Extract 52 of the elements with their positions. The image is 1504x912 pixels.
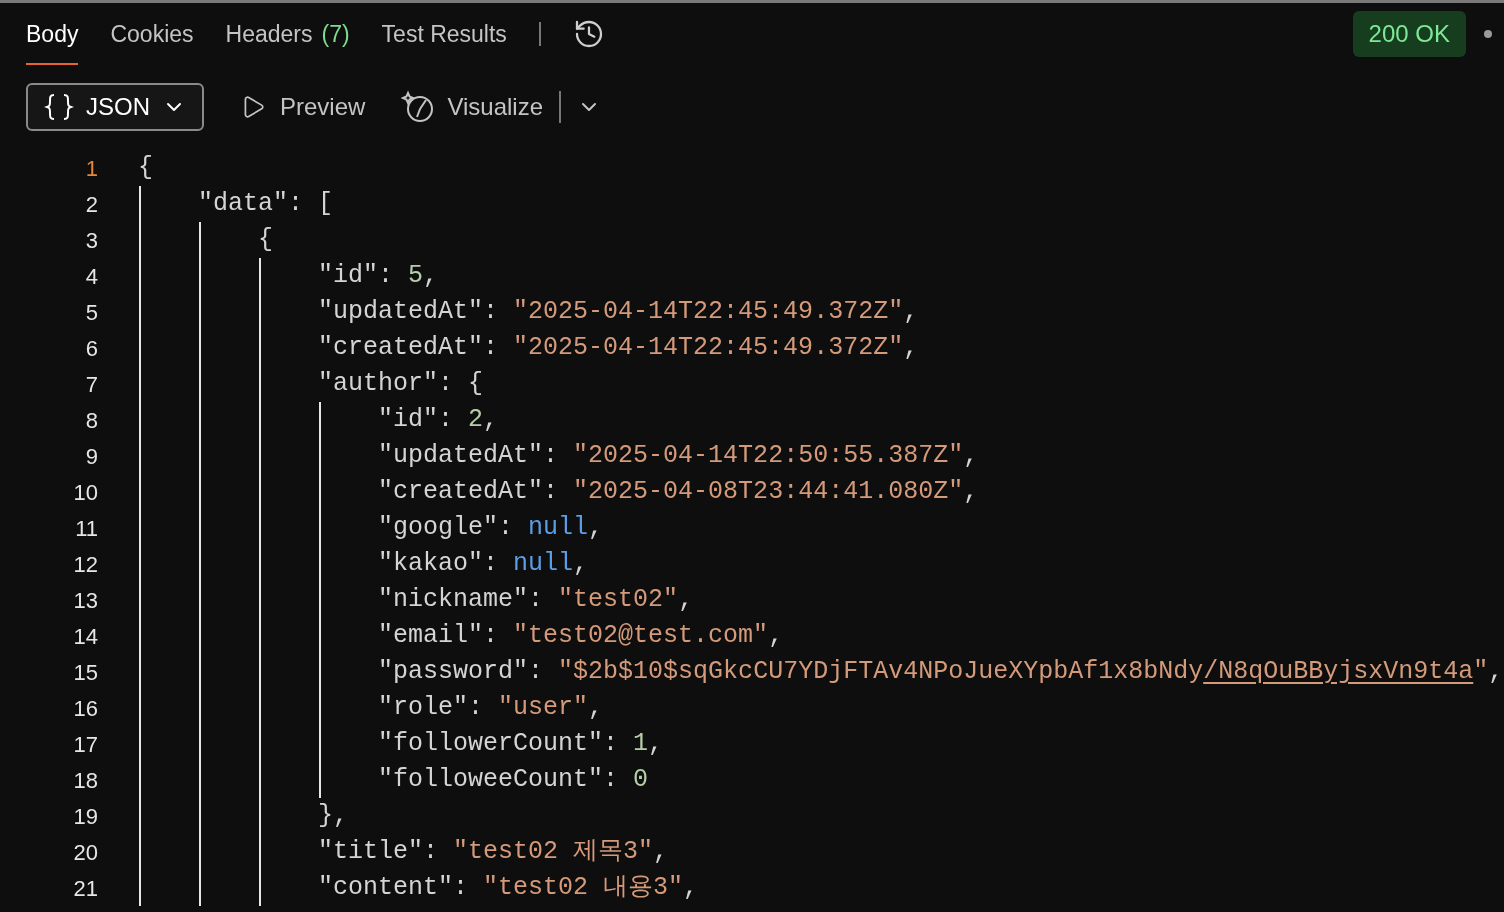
line-number: 20 bbox=[72, 838, 98, 867]
code-text: "followeeCount": 0 bbox=[377, 764, 649, 797]
line-number: 13 bbox=[72, 586, 98, 615]
response-tab[interactable]: Cookies bbox=[110, 3, 194, 65]
line-number: 3 bbox=[84, 226, 98, 255]
code-text: "author": { bbox=[317, 368, 484, 401]
code-text: "id": 2, bbox=[377, 404, 499, 437]
code-text: "password": "$2b$10$sqGkcCU7YDjFTAv4NPoJueXYpbAf1x8bNdy/N8qOuBByjsxVn9t4a", bbox=[377, 656, 1504, 689]
line-number: 14 bbox=[72, 622, 98, 651]
response-tab[interactable]: Test Results bbox=[381, 3, 507, 65]
code-text: "followerCount": 1, bbox=[377, 728, 664, 761]
code-text: }, bbox=[317, 800, 349, 833]
code-text: { bbox=[138, 152, 153, 185]
status-badge: 200 OK bbox=[1352, 11, 1466, 57]
line-number: 7 bbox=[84, 370, 98, 399]
code-text: "kakao": null, bbox=[377, 548, 589, 581]
line-number: 10 bbox=[72, 478, 98, 507]
line-number: 15 bbox=[72, 658, 98, 687]
format-dropdown[interactable]: JSON bbox=[26, 83, 204, 131]
code-text: "updatedAt": "2025-04-14T22:45:49.372Z", bbox=[317, 296, 919, 329]
line-number: 9 bbox=[84, 442, 98, 471]
line-number: 6 bbox=[84, 334, 98, 363]
code-text: { bbox=[257, 224, 274, 257]
line-number: 2 bbox=[84, 190, 98, 219]
code-text: "role": "user", bbox=[377, 692, 604, 725]
braces-icon bbox=[44, 92, 74, 122]
line-number: 4 bbox=[84, 262, 98, 291]
response-tab[interactable]: Body bbox=[26, 3, 79, 65]
line-number: 21 bbox=[72, 874, 98, 903]
line-number: 11 bbox=[74, 514, 98, 543]
code-text: "title": "test02 제목3", bbox=[317, 836, 669, 869]
line-number: 16 bbox=[72, 694, 98, 723]
code-text: "data": [ bbox=[197, 188, 334, 221]
preview-button[interactable]: Preview bbox=[240, 89, 366, 125]
code-text: "content": "test02 내용3", bbox=[317, 872, 699, 905]
code-text: "google": null, bbox=[377, 512, 604, 545]
line-number: 19 bbox=[72, 802, 98, 831]
code-text: "nickname": "test02", bbox=[377, 584, 694, 617]
line-number: 12 bbox=[72, 550, 98, 579]
line-number: 5 bbox=[84, 298, 98, 327]
code-text: "updatedAt": "2025-04-14T22:50:55.387Z", bbox=[377, 440, 979, 473]
code-text: "createdAt": "2025-04-08T23:44:41.080Z", bbox=[377, 476, 979, 509]
response-tab[interactable]: Headers (7) bbox=[225, 3, 350, 65]
sparkle-circle-icon bbox=[401, 90, 436, 124]
visualize-button[interactable]: Visualize bbox=[401, 89, 543, 125]
line-number: 1 bbox=[84, 154, 98, 183]
code-text: "createdAt": "2025-04-14T22:45:49.372Z", bbox=[317, 332, 919, 365]
line-number: 17 bbox=[72, 730, 98, 759]
line-number: 18 bbox=[72, 766, 98, 795]
line-number: 8 bbox=[84, 406, 98, 435]
code-text: "id": 5, bbox=[317, 260, 439, 293]
code-text: "email": "test02@test.com", bbox=[377, 620, 784, 653]
